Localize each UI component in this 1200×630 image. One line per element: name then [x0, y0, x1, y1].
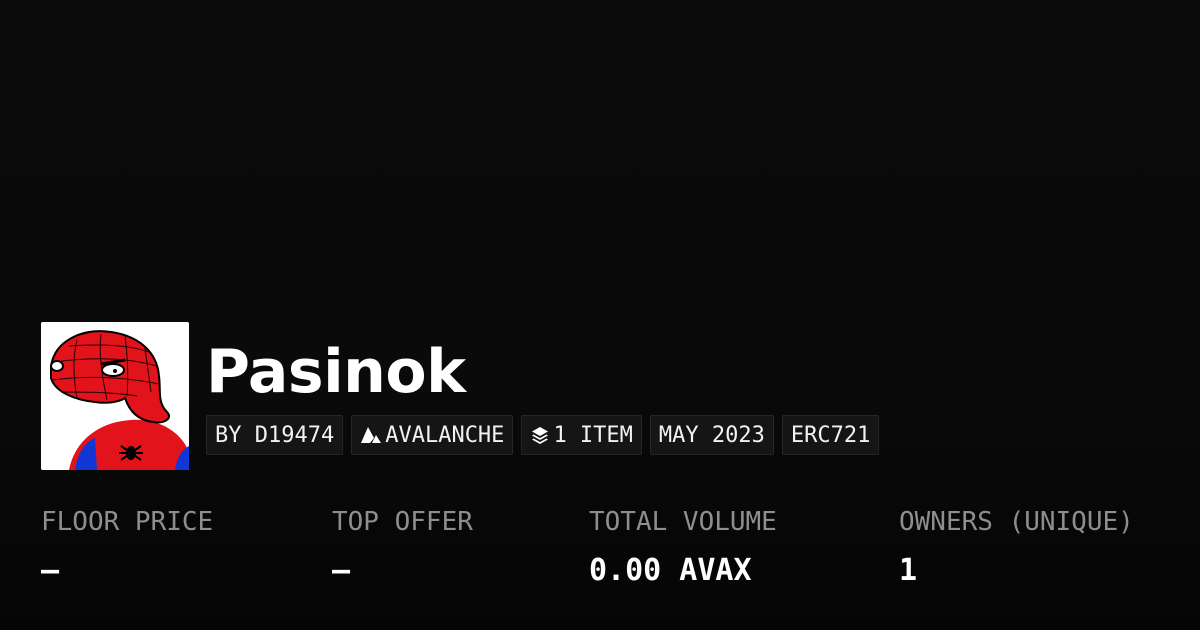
stat-label: OWNERS (UNIQUE) — [899, 507, 1134, 537]
standard-tag-label: ERC721 — [790, 422, 871, 448]
layers-icon — [530, 425, 550, 445]
creator-tag-label: BY D19474 — [215, 422, 335, 448]
stat-value: – — [41, 553, 60, 588]
items-tag-label: 1 ITEM — [553, 422, 633, 448]
avalanche-logo-icon — [360, 426, 382, 444]
spider-man-meme-icon — [41, 322, 189, 470]
collection-preview-card: Pasinok BY D19474 AVALANCHE 1 ITEM MAY 2… — [0, 0, 1200, 630]
stat-label: FLOOR PRICE — [41, 507, 214, 537]
stat-top-offer: TOP OFFER – — [332, 502, 473, 591]
collection-stats: FLOOR PRICE – TOP OFFER – TOTAL VOLUME 0… — [0, 502, 1200, 602]
stat-floor-price: FLOOR PRICE – — [41, 502, 213, 591]
collection-tags: BY D19474 AVALANCHE 1 ITEM MAY 2023 ERC7… — [206, 415, 880, 455]
standard-tag: ERC721 — [781, 415, 880, 455]
stat-value: 0.00 AVAX — [589, 553, 752, 588]
collection-title: Pasinok — [206, 337, 466, 407]
collection-avatar — [41, 322, 189, 470]
stat-owners: OWNERS (UNIQUE) 1 — [899, 502, 1134, 591]
date-tag: MAY 2023 — [649, 415, 774, 455]
chain-tag[interactable]: AVALANCHE — [351, 415, 514, 455]
items-tag[interactable]: 1 ITEM — [521, 415, 642, 455]
creator-tag[interactable]: BY D19474 — [206, 415, 344, 455]
stat-label: TOTAL VOLUME — [589, 507, 777, 537]
stat-value: 1 — [899, 553, 918, 588]
stat-label: TOP OFFER — [332, 507, 473, 537]
date-tag-label: MAY 2023 — [658, 422, 765, 448]
chain-tag-label: AVALANCHE — [385, 422, 505, 448]
stat-value: – — [332, 553, 351, 588]
stat-total-volume: TOTAL VOLUME 0.00 AVAX — [589, 502, 777, 591]
